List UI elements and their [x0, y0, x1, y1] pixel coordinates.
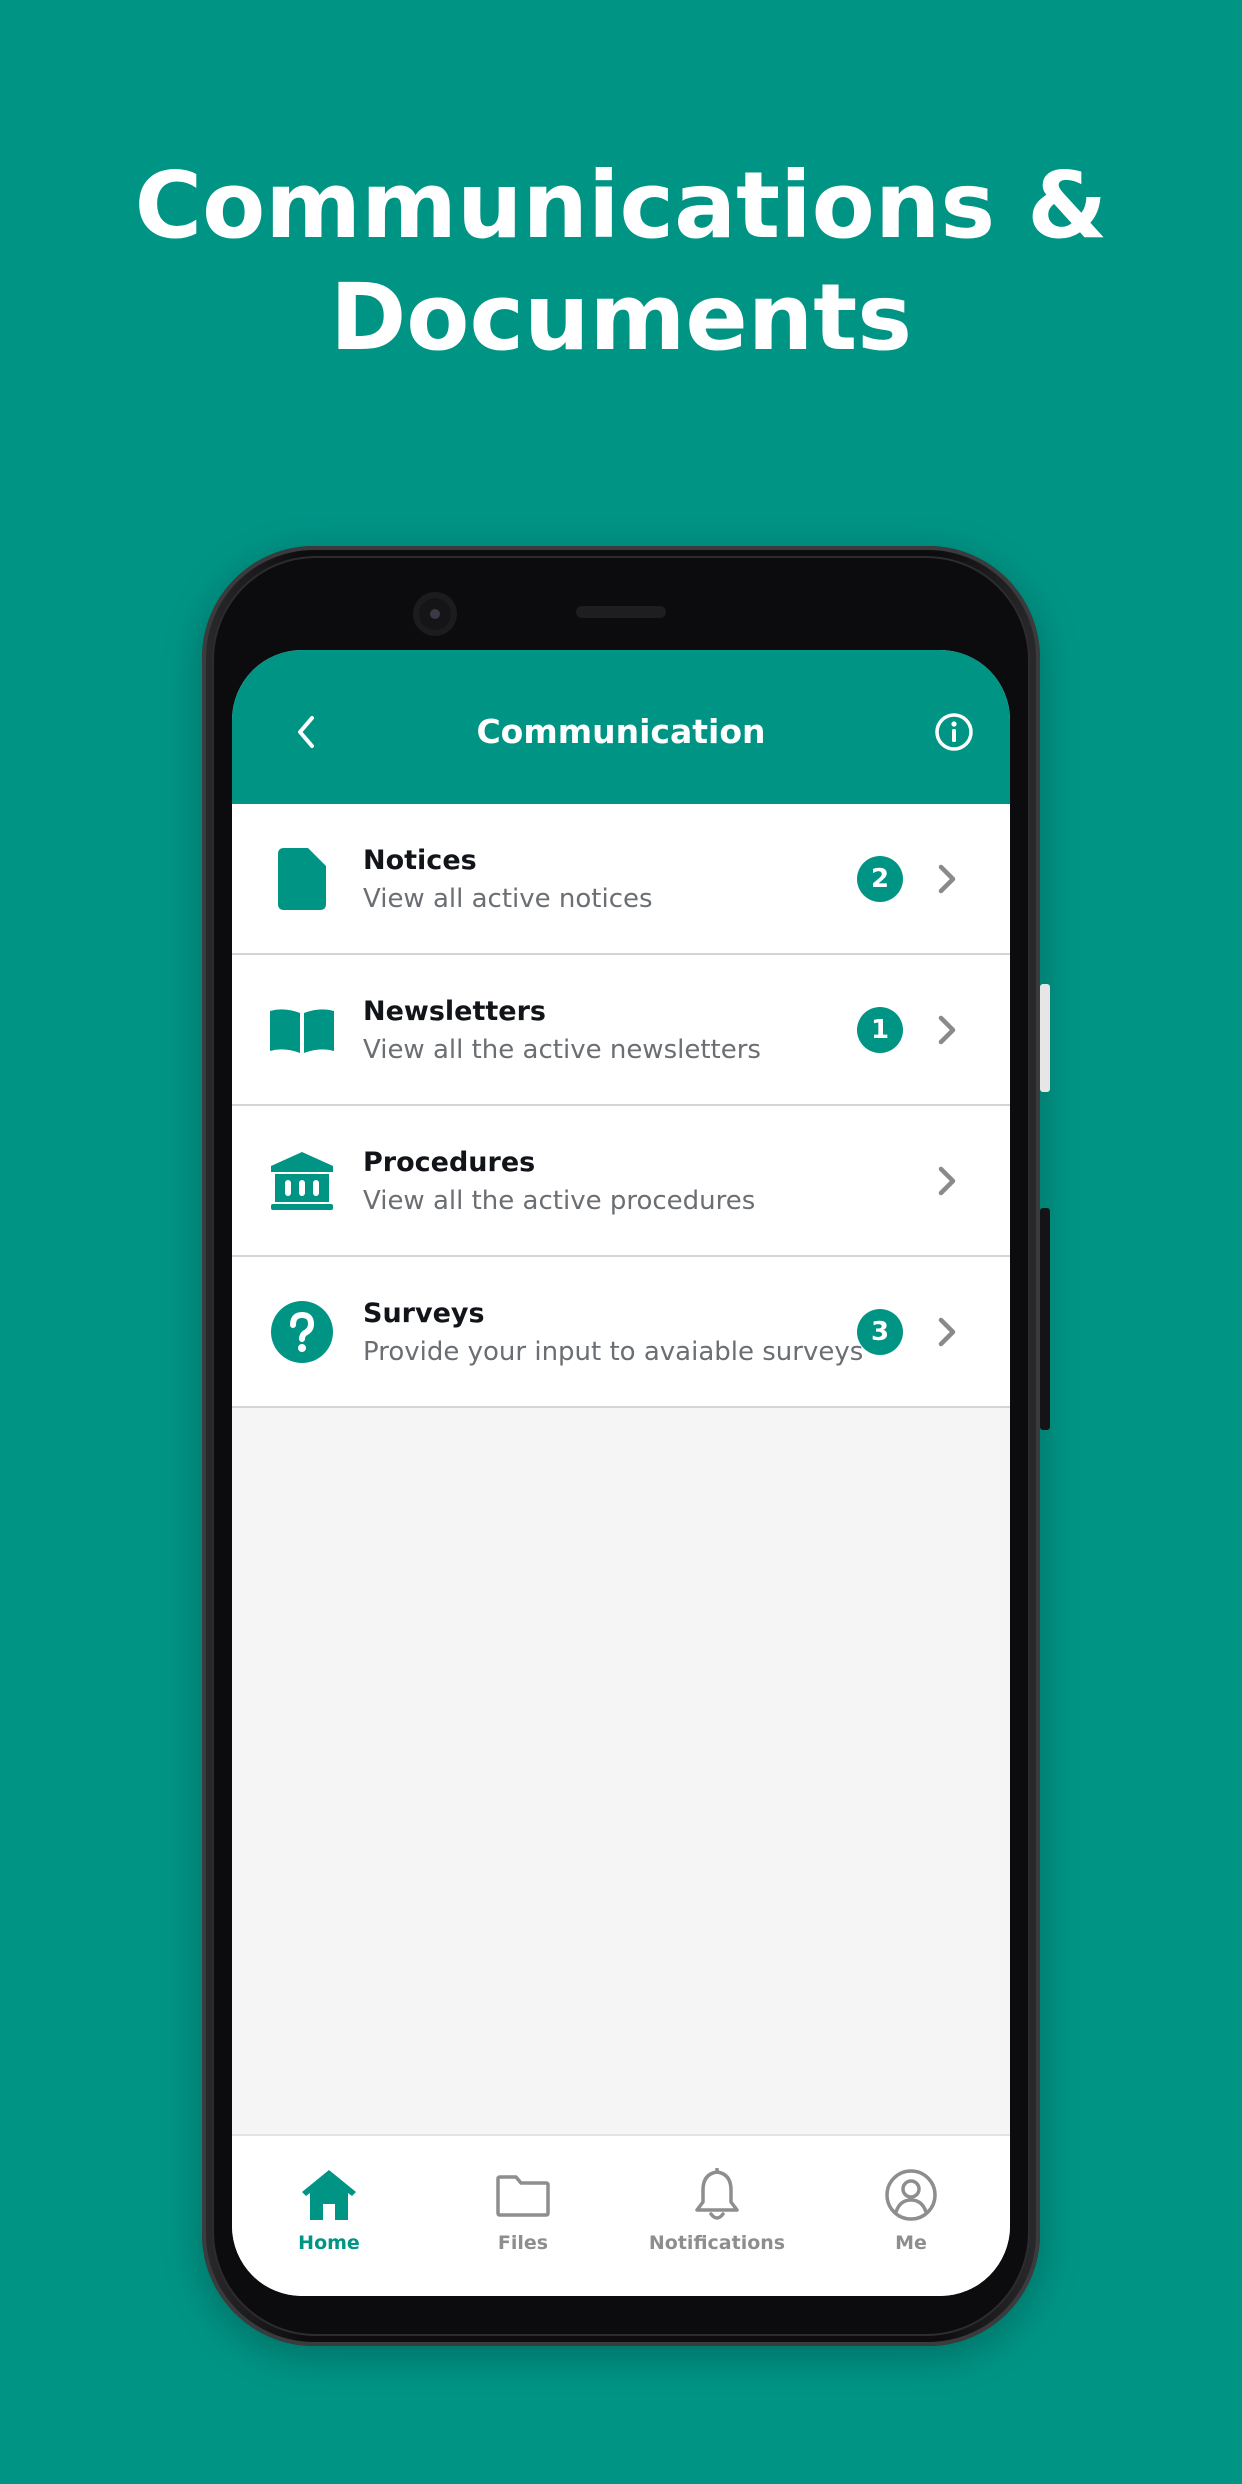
- page-title: Communication: [476, 712, 766, 751]
- app-header: Communication: [232, 650, 1010, 804]
- question-circle-icon: [270, 1300, 334, 1364]
- count-badge: 2: [857, 856, 903, 902]
- phone-power-button: [1040, 984, 1050, 1092]
- nav-label: Me: [895, 2232, 927, 2254]
- bell-icon: [620, 2166, 814, 2224]
- menu-item-title: Notices: [363, 845, 477, 876]
- info-icon: [935, 713, 973, 751]
- chevron-right-icon: [932, 1011, 962, 1049]
- chevron-right-icon: [932, 1162, 962, 1200]
- nav-label: Files: [497, 2232, 549, 2254]
- communication-menu: Notices View all active notices 2 Newsle…: [232, 804, 1010, 1408]
- bottom-navigation: Home Files Notifications Me: [232, 2134, 1010, 2296]
- nav-label: Home: [298, 2232, 360, 2254]
- earpiece-speaker: [576, 606, 666, 618]
- phone-volume-button: [1040, 1208, 1050, 1430]
- menu-item-subtitle: Provide your input to avaiable surveys: [363, 1337, 864, 1367]
- menu-item-subtitle: View all active notices: [363, 884, 653, 914]
- count-badge: 3: [857, 1309, 903, 1355]
- menu-item-surveys[interactable]: Surveys Provide your input to avaiable s…: [232, 1257, 1010, 1408]
- chevron-right-icon: [932, 1313, 962, 1351]
- front-camera: [413, 592, 457, 636]
- bank-icon: [270, 1149, 334, 1213]
- chevron-left-icon: [298, 716, 314, 748]
- app-screen: Communication Notices View all active no…: [232, 650, 1010, 2296]
- info-button[interactable]: [926, 704, 982, 760]
- menu-item-notices[interactable]: Notices View all active notices 2: [232, 804, 1010, 955]
- nav-item-notifications[interactable]: Notifications: [620, 2136, 814, 2296]
- nav-item-home[interactable]: Home: [232, 2136, 426, 2296]
- menu-item-title: Newsletters: [363, 996, 547, 1027]
- menu-item-subtitle: View all the active newsletters: [363, 1035, 761, 1065]
- document-icon: [270, 847, 334, 911]
- menu-item-subtitle: View all the active procedures: [363, 1186, 756, 1216]
- back-button[interactable]: [276, 702, 336, 762]
- book-icon: [270, 998, 334, 1062]
- promo-title-line-2: Documents: [329, 264, 913, 371]
- nav-item-files[interactable]: Files: [426, 2136, 620, 2296]
- home-icon: [232, 2166, 426, 2224]
- menu-item-title: Surveys: [363, 1298, 485, 1329]
- promo-title: Communications & Documents: [0, 150, 1242, 374]
- nav-label: Notifications: [648, 2232, 786, 2254]
- menu-item-newsletters[interactable]: Newsletters View all the active newslett…: [232, 955, 1010, 1106]
- folder-icon: [426, 2166, 620, 2224]
- chevron-right-icon: [932, 860, 962, 898]
- promo-title-line-1: Communications &: [134, 152, 1108, 259]
- count-badge: 1: [857, 1007, 903, 1053]
- menu-item-title: Procedures: [363, 1147, 536, 1178]
- nav-item-me[interactable]: Me: [814, 2136, 1008, 2296]
- user-circle-icon: [814, 2166, 1008, 2224]
- menu-item-procedures[interactable]: Procedures View all the active procedure…: [232, 1106, 1010, 1257]
